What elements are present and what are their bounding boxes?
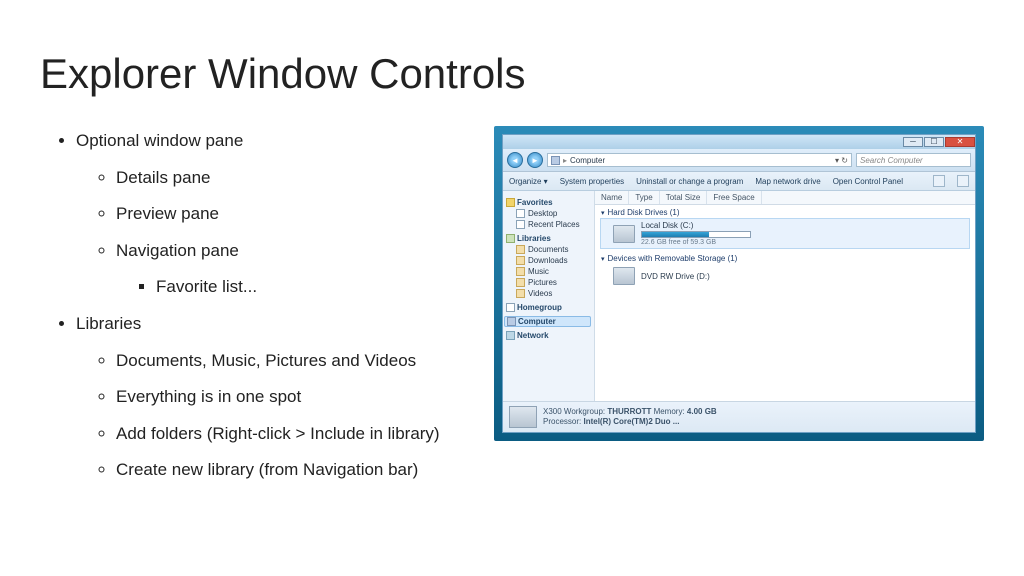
bullet-l2: Documents, Music, Pictures and Videos (116, 346, 470, 377)
drive-label: Local Disk (C:) (641, 221, 751, 230)
bullet-l2: Create new library (from Navigation bar) (116, 455, 470, 486)
open-control-panel-button[interactable]: Open Control Panel (833, 177, 903, 186)
nav-item-recent[interactable]: Recent Places (506, 219, 591, 230)
folder-icon (516, 267, 525, 276)
slide-title: Explorer Window Controls (40, 50, 984, 98)
desktop-icon (516, 209, 525, 218)
nav-group-computer[interactable]: Computer (504, 316, 591, 327)
system-properties-button[interactable]: System properties (560, 177, 624, 186)
search-placeholder: Search Computer (860, 156, 923, 165)
homegroup-icon (506, 303, 515, 312)
nav-item-downloads[interactable]: Downloads (506, 255, 591, 266)
toolbar: Organize ▾ System properties Uninstall o… (503, 172, 975, 191)
computer-large-icon (509, 406, 537, 428)
bullet-l2: Add folders (Right-click > Include in li… (116, 419, 470, 450)
drive-free-text: 22.6 GB free of 59.3 GB (641, 239, 751, 246)
network-icon (506, 331, 515, 340)
star-icon (506, 198, 515, 207)
addr-dropdown-icon[interactable]: ▾ ↻ (835, 156, 848, 165)
status-memory: 4.00 GB (687, 407, 717, 416)
bullet-l2: Navigation pane (116, 236, 470, 267)
chevron-down-icon: ▾ (601, 255, 605, 263)
chevron-right-icon: ▸ (563, 156, 567, 165)
bullet-l3: Favorite list... (156, 272, 470, 303)
nav-group-favorites[interactable]: Favorites (506, 198, 591, 207)
status-processor: Intel(R) Core(TM)2 Duo ... (583, 417, 679, 426)
hdd-icon (613, 225, 635, 243)
library-icon (506, 234, 515, 243)
maximize-button[interactable]: ☐ (924, 137, 944, 147)
navigation-pane: Favorites Desktop Recent Places Librarie… (503, 191, 595, 401)
folder-icon (516, 278, 525, 287)
slide-bullets: Optional window pane Details pane Previe… (40, 126, 470, 492)
help-icon[interactable] (957, 175, 969, 187)
minimize-button[interactable]: ─ (903, 137, 923, 147)
status-name: X300 Workgroup: (543, 407, 607, 416)
status-workgroup: THURROTT (607, 407, 651, 416)
bullet-l2: Preview pane (116, 199, 470, 230)
recent-icon (516, 220, 525, 229)
uninstall-program-button[interactable]: Uninstall or change a program (636, 177, 743, 186)
section-removable[interactable]: ▾Devices with Removable Storage (1) (601, 254, 969, 263)
col-name[interactable]: Name (595, 191, 629, 204)
nav-item-pictures[interactable]: Pictures (506, 277, 591, 288)
content-pane: Name Type Total Size Free Space ▾Hard Di… (595, 191, 975, 401)
map-network-drive-button[interactable]: Map network drive (755, 177, 820, 186)
close-button[interactable]: ✕ (945, 137, 975, 147)
folder-icon (516, 256, 525, 265)
section-hdd[interactable]: ▾Hard Disk Drives (1) (601, 208, 969, 217)
window-titlebar: ─ ☐ ✕ (503, 135, 975, 149)
col-free[interactable]: Free Space (707, 191, 761, 204)
chevron-down-icon: ▾ (601, 209, 605, 217)
nav-group-network[interactable]: Network (506, 331, 591, 340)
nav-group-libraries[interactable]: Libraries (506, 234, 591, 243)
optical-drive-icon (613, 267, 635, 285)
nav-back-button[interactable]: ◄ (507, 152, 523, 168)
folder-icon (516, 245, 525, 254)
breadcrumb: Computer (570, 156, 605, 165)
address-bar[interactable]: ▸ Computer ▾ ↻ (547, 153, 852, 167)
status-proc-label: Processor: (543, 417, 583, 426)
bullet-l2: Everything is in one spot (116, 382, 470, 413)
nav-item-videos[interactable]: Videos (506, 288, 591, 299)
bullet-l2: Details pane (116, 163, 470, 194)
col-total[interactable]: Total Size (660, 191, 708, 204)
nav-item-desktop[interactable]: Desktop (506, 208, 591, 219)
status-mem-label: Memory: (651, 407, 687, 416)
capacity-bar (641, 231, 751, 238)
explorer-screenshot: ─ ☐ ✕ ◄ ► ▸ Computer ▾ ↻ (494, 126, 984, 492)
search-input[interactable]: Search Computer (856, 153, 971, 167)
folder-icon (516, 289, 525, 298)
nav-item-music[interactable]: Music (506, 266, 591, 277)
computer-icon (507, 317, 516, 326)
nav-item-documents[interactable]: Documents (506, 244, 591, 255)
nav-group-homegroup[interactable]: Homegroup (506, 303, 591, 312)
status-bar: X300 Workgroup: THURROTT Memory: 4.00 GB… (503, 401, 975, 432)
bullet-l1: Optional window pane (76, 126, 470, 157)
column-headers: Name Type Total Size Free Space (595, 191, 975, 205)
drive-dvd-d[interactable]: DVD RW Drive (D:) (601, 265, 969, 287)
drive-label: DVD RW Drive (D:) (641, 272, 710, 281)
col-type[interactable]: Type (629, 191, 659, 204)
view-icon[interactable] (933, 175, 945, 187)
drive-local-disk-c[interactable]: Local Disk (C:) 22.6 GB free of 59.3 GB (601, 219, 969, 248)
nav-forward-button[interactable]: ► (527, 152, 543, 168)
bullet-l1: Libraries (76, 309, 470, 340)
computer-icon (551, 156, 560, 165)
organize-menu[interactable]: Organize ▾ (509, 177, 548, 186)
